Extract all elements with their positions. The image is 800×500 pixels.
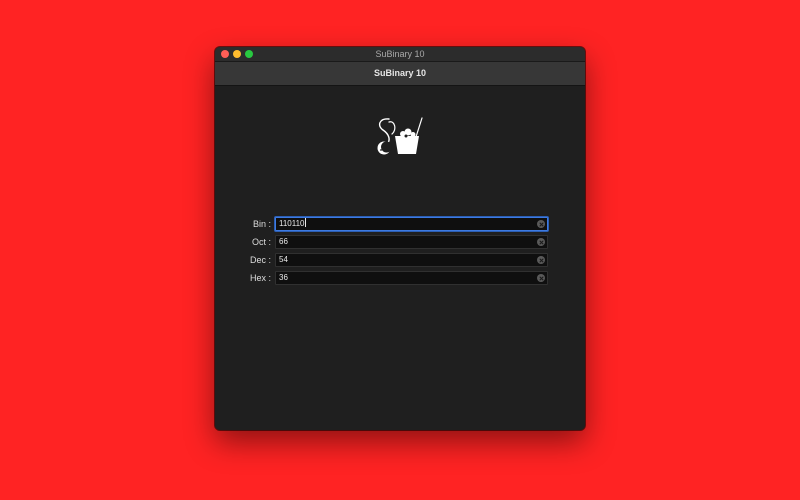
dec-row: Dec : 54 (215, 253, 585, 267)
hex-value: 36 (279, 273, 288, 282)
window-title: SuBinary 10 (375, 49, 425, 59)
toolbar-title: SuBinary 10 (373, 68, 427, 78)
dec-value: 54 (279, 255, 288, 264)
hex-input[interactable]: 36 (275, 271, 548, 285)
hex-label: Hex : (249, 273, 271, 283)
subinary-logo-icon (377, 117, 423, 155)
bin-label: Bin : (252, 219, 271, 229)
oct-label: Oct : (251, 237, 271, 247)
bin-input[interactable]: 110110 (275, 217, 548, 231)
oct-row: Oct : 66 (215, 235, 585, 249)
bin-value: 110110 (279, 219, 305, 228)
clear-hex-icon[interactable] (537, 274, 545, 282)
oct-input[interactable]: 66 (275, 235, 548, 249)
clear-oct-icon[interactable] (537, 238, 545, 246)
title-bar[interactable]: SuBinary 10 (215, 47, 585, 62)
app-window: SuBinary 10 SuBinary 10 Bin: 110110 Oct… (215, 47, 585, 430)
text-caret (304, 218, 306, 227)
oct-value: 66 (279, 237, 288, 246)
dec-input[interactable]: 54 (275, 253, 548, 267)
clear-bin-icon[interactable] (537, 220, 545, 228)
dec-label: Dec : (249, 255, 271, 265)
converter-panel: Bin : 110110 Oct : 66 Dec : 54 Hex : 36 (215, 86, 585, 430)
hex-row: Hex : 36 (215, 271, 585, 285)
bin-row: Bin : 110110 (215, 217, 585, 231)
toolbar: SuBinary 10 (215, 62, 585, 86)
clear-dec-icon[interactable] (537, 256, 545, 264)
